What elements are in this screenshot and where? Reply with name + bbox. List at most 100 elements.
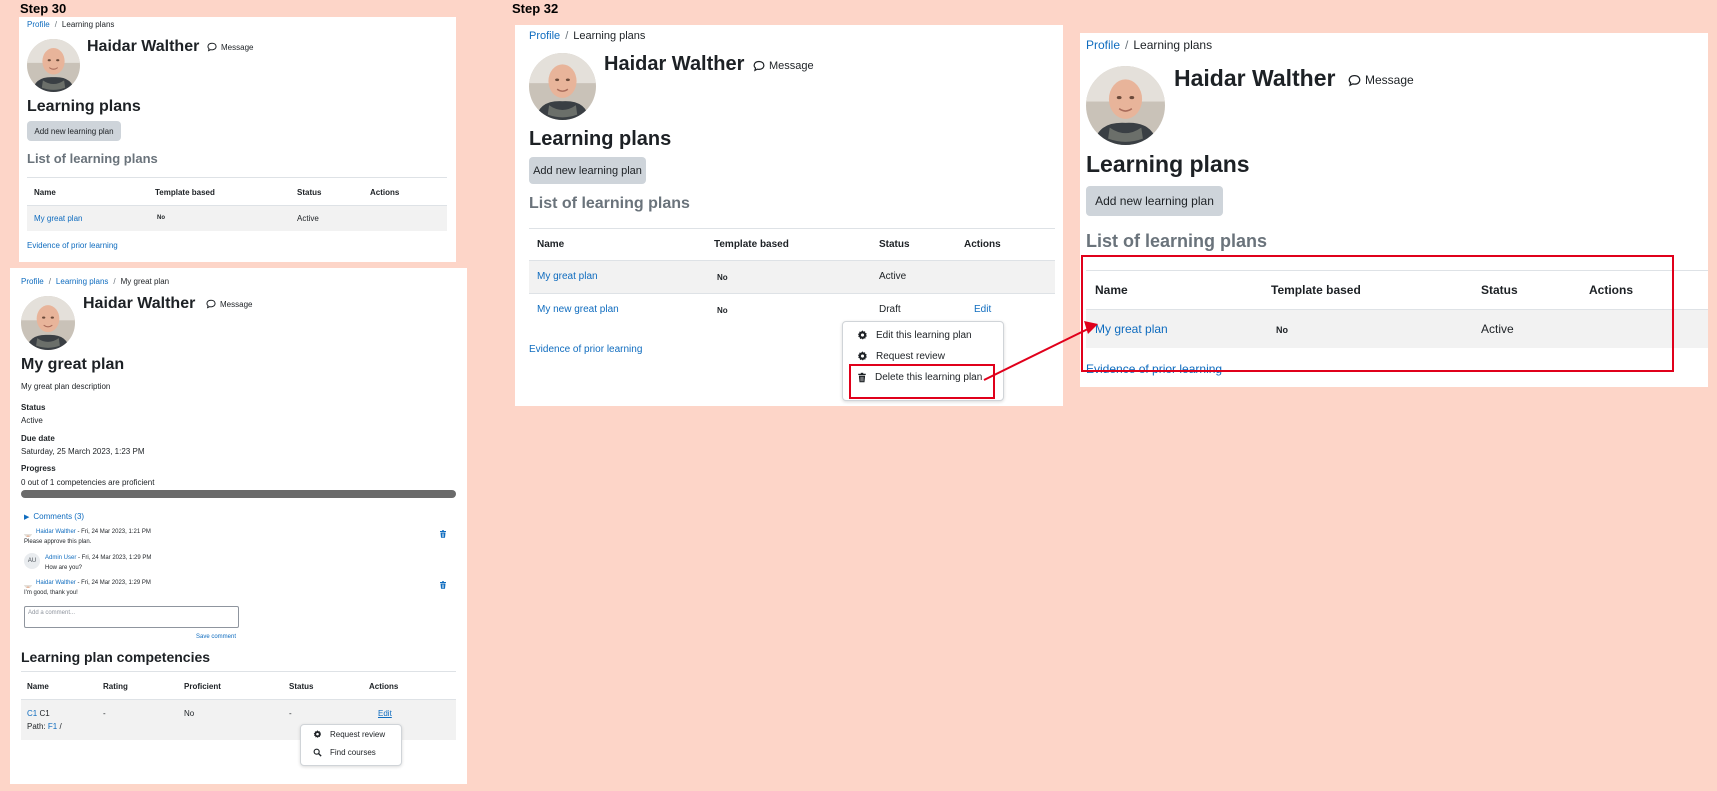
message-label: Message — [769, 60, 814, 72]
breadcrumb: Profile / Learning plans — [529, 30, 645, 42]
breadcrumb-profile[interactable]: Profile — [529, 30, 560, 42]
menu-item-edit-plan[interactable]: Edit this learning plan — [857, 330, 972, 341]
user-name: Haidar Walther — [604, 53, 745, 75]
table-row — [27, 206, 447, 231]
competency-code-link[interactable]: C1 — [27, 709, 37, 718]
breadcrumb-separator: / — [48, 277, 51, 286]
comp-col-rating: Rating — [103, 682, 128, 691]
competency-path-link[interactable]: F1 — [48, 722, 57, 731]
competency-rating: - — [103, 709, 106, 718]
list-heading: List of learning plans — [529, 195, 690, 212]
gear-icon — [857, 330, 868, 341]
highlight-delete-option — [849, 364, 995, 399]
competencies-heading: Learning plan competencies — [21, 649, 211, 665]
menu-item-label: Request review — [876, 351, 945, 362]
message-button[interactable]: Message — [207, 42, 253, 52]
progress-bar — [21, 490, 456, 498]
trash-icon[interactable] — [439, 529, 447, 539]
plan-edit-button[interactable]: Edit — [974, 304, 991, 315]
due-date-label: Due date — [21, 434, 55, 443]
menu-item-request-review[interactable]: Request review — [857, 351, 945, 362]
competency-name: C1 C1 — [27, 709, 50, 718]
competency-edit-button[interactable]: Edit — [378, 709, 392, 718]
user-name: Haidar Walther — [83, 295, 196, 312]
message-button[interactable]: Message — [1348, 73, 1414, 87]
chat-icon — [753, 60, 765, 72]
breadcrumb-separator: / — [565, 30, 569, 42]
add-learning-plan-button[interactable]: Add new learning plan — [1086, 186, 1223, 216]
breadcrumb: Profile / Learning plans — [1086, 38, 1212, 52]
breadcrumb-learning-plans: Learning plans — [573, 30, 646, 42]
comment-meta: Haidar Walther - Fri, 24 Mar 2023, 1:29 … — [36, 580, 151, 586]
breadcrumb-learning-plans: Learning plans — [1133, 38, 1213, 52]
col-name: Name — [34, 188, 56, 197]
save-comment-link[interactable]: Save comment — [196, 634, 236, 640]
breadcrumb-profile[interactable]: Profile — [21, 277, 44, 286]
message-label: Message — [1365, 73, 1414, 87]
breadcrumb-learning-plans: Learning plans — [61, 20, 115, 29]
plan-link[interactable]: My great plan — [537, 271, 598, 282]
plan-description: My great plan description — [21, 382, 111, 391]
comment-input[interactable]: Add a comment... — [24, 606, 239, 628]
table-divider — [529, 228, 1055, 229]
chat-icon — [1348, 74, 1361, 87]
panel-plans-step32: Profile / Learning plans Haidar Walther Me… — [515, 25, 1063, 406]
panel-plan-detail: Profile / Learning plans / My great plan Hai… — [10, 268, 467, 784]
breadcrumb-profile[interactable]: Profile — [27, 20, 50, 29]
message-button[interactable]: Message — [206, 299, 252, 309]
competency-path: Path: F1 / — [27, 722, 62, 731]
avatar — [529, 53, 596, 120]
table-row — [529, 261, 1055, 293]
comp-col-actions: Actions — [369, 682, 399, 691]
comments-toggle[interactable]: ▶ Comments (3) — [24, 512, 84, 521]
progress-label: Progress — [21, 464, 56, 473]
comment-meta: Haidar Walther - Fri, 24 Mar 2023, 1:21 … — [36, 529, 151, 535]
competency-actions-menu: Request review Find courses — [300, 724, 402, 766]
evidence-link[interactable]: Evidence of prior learning — [529, 344, 642, 355]
breadcrumb-profile[interactable]: Profile — [1086, 38, 1120, 52]
user-name: Haidar Walther — [87, 38, 200, 55]
comment-avatar — [24, 580, 32, 588]
breadcrumb-learning-plans[interactable]: Learning plans — [56, 277, 108, 286]
breadcrumb: Profile / Learning plans / My great plan — [21, 277, 169, 286]
search-icon — [313, 748, 322, 757]
comment-date: - Fri, 24 Mar 2023, 1:29 PM — [76, 555, 152, 561]
plan-link[interactable]: My great plan — [34, 214, 82, 223]
plan-status: Active — [879, 271, 907, 282]
competency-status: - — [289, 709, 292, 718]
trash-icon[interactable] — [439, 580, 447, 590]
comment-avatar-initials: AU — [24, 553, 40, 569]
comment-author[interactable]: Haidar Walther — [36, 580, 76, 586]
menu-item-label: Edit this learning plan — [876, 330, 972, 341]
add-learning-plan-button[interactable]: Add new learning plan — [529, 157, 646, 184]
avatar — [27, 39, 80, 92]
competency-path-tail: / — [57, 722, 62, 731]
col-actions: Actions — [964, 239, 1001, 250]
chat-icon — [207, 42, 217, 52]
page-title: Learning plans — [529, 128, 672, 150]
gear-icon — [313, 730, 322, 739]
comment-author[interactable]: Admin User — [45, 555, 76, 561]
comment-author[interactable]: Haidar Walther — [36, 529, 76, 535]
template-badge: No — [717, 306, 728, 315]
menu-item-request-review[interactable]: Request review — [313, 730, 385, 739]
menu-item-find-courses[interactable]: Find courses — [313, 748, 376, 757]
breadcrumb-current-plan: My great plan — [120, 277, 170, 286]
message-label: Message — [221, 42, 254, 52]
due-date-value: Saturday, 25 March 2023, 1:23 PM — [21, 447, 145, 456]
col-status: Status — [297, 188, 322, 197]
comment-date: - Fri, 24 Mar 2023, 1:29 PM — [75, 580, 151, 586]
caret-right-icon: ▶ — [24, 513, 30, 521]
comment-text: Please approve this plan. — [24, 539, 92, 545]
message-button[interactable]: Message — [753, 60, 814, 72]
comp-col-name: Name — [27, 682, 49, 691]
breadcrumb-separator: / — [1125, 38, 1129, 52]
add-learning-plan-button[interactable]: Add new learning plan — [27, 121, 121, 141]
chat-icon — [206, 299, 216, 309]
comp-col-proficient: Proficient — [184, 682, 221, 691]
template-badge: No — [157, 215, 165, 221]
breadcrumb-separator: / — [54, 20, 57, 29]
template-badge: No — [717, 273, 728, 282]
evidence-link[interactable]: Evidence of prior learning — [27, 241, 118, 250]
plan-link[interactable]: My new great plan — [537, 304, 619, 315]
